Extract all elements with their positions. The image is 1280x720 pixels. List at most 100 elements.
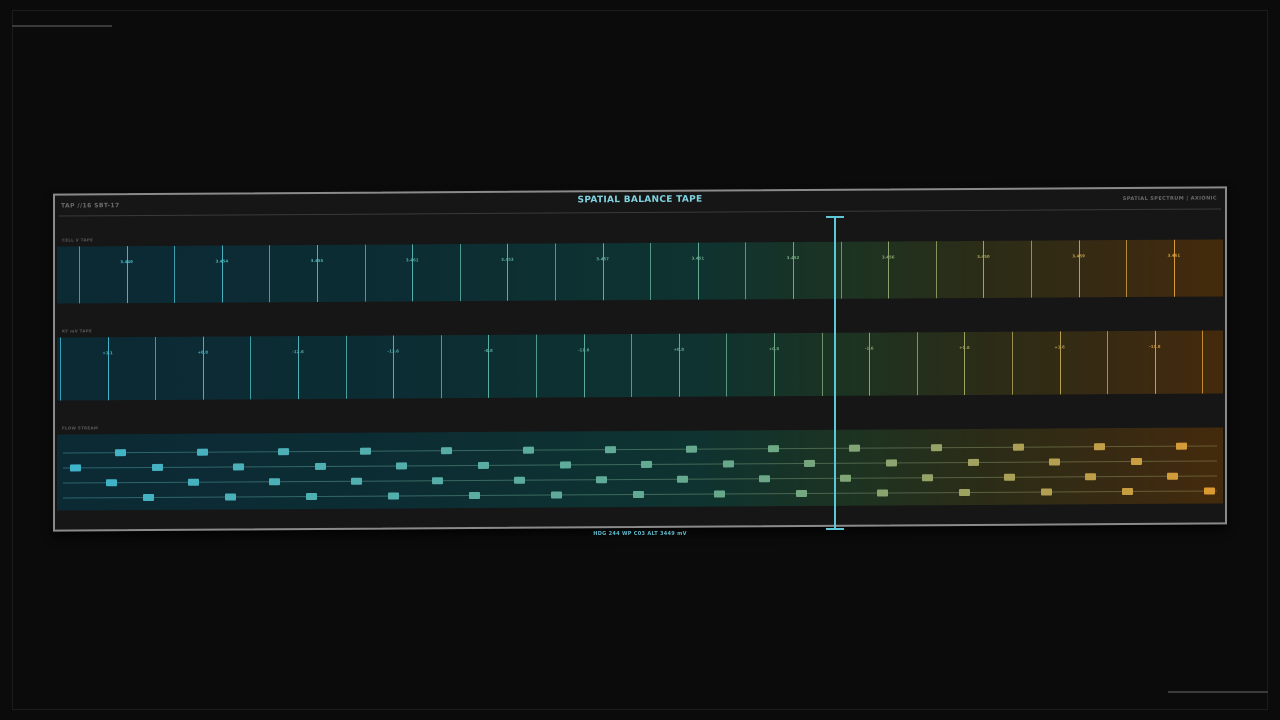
- scrub-cursor-cap-bottom[interactable]: [826, 528, 844, 530]
- flow-chip[interactable]: [632, 490, 644, 499]
- flow-chip[interactable]: [1166, 472, 1178, 480]
- flow-chip[interactable]: [722, 460, 734, 468]
- flow-chip[interactable]: [1040, 488, 1052, 496]
- flow-stream-label: FLOW STREAM: [62, 425, 99, 431]
- flow-chip[interactable]: [714, 490, 726, 498]
- tape-tick: [697, 242, 699, 300]
- flow-chip[interactable]: [233, 463, 245, 471]
- flow-chip[interactable]: [514, 476, 525, 484]
- flow-chip[interactable]: [115, 449, 126, 457]
- flow-chip[interactable]: [795, 489, 807, 498]
- tape-tick: [364, 244, 366, 302]
- flow-chip[interactable]: [595, 476, 607, 484]
- header-divider: [59, 208, 1221, 217]
- flow-chip[interactable]: [604, 446, 616, 454]
- scrub-cursor-cap-top[interactable]: [826, 216, 844, 218]
- tape-value-label: 3.455: [310, 257, 324, 264]
- cell-v-tape[interactable]: 3.449 3.454 3.455 3.461 3.453 3.457 3.451 3.452…: [57, 239, 1223, 304]
- flow-chip[interactable]: [1130, 457, 1142, 466]
- tape-tick: [935, 241, 937, 299]
- scrub-cursor[interactable]: [834, 216, 836, 530]
- flow-chip[interactable]: [1012, 443, 1024, 451]
- tape-tick: [631, 334, 633, 398]
- flow-chip[interactable]: [677, 475, 689, 483]
- flow-chip[interactable]: [767, 445, 779, 453]
- tape-tick: [869, 332, 871, 396]
- flow-chip[interactable]: [396, 462, 408, 470]
- flow-chip[interactable]: [469, 491, 481, 500]
- flow-chip[interactable]: [1122, 487, 1134, 496]
- tape-tick: [602, 243, 604, 301]
- tape-value-label: -13.6: [387, 348, 399, 354]
- flow-chip[interactable]: [1094, 443, 1106, 451]
- flow-stream[interactable]: [57, 427, 1223, 511]
- kf-mv-tape-label: KF mV TAPE: [62, 328, 93, 334]
- tape-tick: [412, 244, 414, 302]
- flow-chip[interactable]: [967, 458, 979, 466]
- flow-chip[interactable]: [551, 491, 562, 499]
- flow-chip[interactable]: [359, 447, 371, 455]
- balance-tape-panel: TAP //16 SBT-17 SPATIAL BALANCE TAPE SPA…: [53, 186, 1227, 532]
- tape-tick: [888, 241, 890, 299]
- flow-chip[interactable]: [306, 492, 318, 501]
- tape-value-label: 3.451: [691, 255, 705, 261]
- flow-chip[interactable]: [686, 445, 698, 453]
- flow-chip[interactable]: [959, 488, 970, 497]
- tape-tick: [1173, 239, 1175, 297]
- flow-chip[interactable]: [1203, 487, 1215, 495]
- flow-chip[interactable]: [886, 459, 897, 467]
- flow-chip[interactable]: [187, 478, 199, 486]
- flow-chip[interactable]: [478, 461, 489, 469]
- flow-lane: [63, 445, 1217, 454]
- tape-tick: [440, 335, 442, 399]
- flow-chip[interactable]: [278, 448, 290, 456]
- tape-tick: [793, 242, 794, 300]
- flow-chip[interactable]: [70, 464, 81, 472]
- flow-chip[interactable]: [350, 477, 362, 485]
- tape-value-label: -12.6: [292, 349, 304, 355]
- tape-value-label: 3.461: [1167, 252, 1181, 258]
- flow-chip[interactable]: [931, 444, 942, 452]
- tape-tick: [393, 335, 395, 399]
- flow-chip[interactable]: [269, 478, 281, 486]
- flow-chip[interactable]: [877, 489, 889, 497]
- flow-chip[interactable]: [1175, 442, 1187, 450]
- flow-chip[interactable]: [151, 463, 163, 471]
- tape-value-label: 3.457: [596, 256, 609, 262]
- flow-chip[interactable]: [432, 477, 444, 485]
- flow-chip[interactable]: [641, 460, 653, 468]
- tape-value-label: 3.452: [786, 255, 800, 261]
- tape-value-label: 3.459: [1072, 253, 1085, 259]
- flow-chip[interactable]: [387, 492, 399, 500]
- tape-tick: [1059, 331, 1061, 395]
- flow-chip[interactable]: [441, 447, 453, 455]
- tape-value-label: 3.449: [120, 259, 133, 265]
- flow-chip[interactable]: [559, 461, 571, 469]
- tape-tick: [202, 336, 204, 400]
- flow-chip[interactable]: [196, 448, 208, 456]
- kf-mv-tape[interactable]: +1.1 +0.8 -12.6 -13.6 -0.8 -11.6 +0.8 +0.8 -1.6 +…: [57, 330, 1223, 401]
- flow-chip[interactable]: [922, 474, 933, 482]
- tape-tick: [916, 332, 918, 396]
- flow-chip[interactable]: [1085, 473, 1097, 481]
- tape-tick: [126, 246, 128, 304]
- flow-chip[interactable]: [523, 446, 534, 454]
- flow-chip[interactable]: [758, 475, 770, 483]
- flow-chip[interactable]: [143, 493, 154, 502]
- tape-tick: [107, 337, 109, 401]
- corner-accent-top-left: [12, 25, 112, 27]
- flow-chip[interactable]: [804, 459, 816, 467]
- tape-tick: [317, 244, 318, 302]
- flow-chip[interactable]: [849, 444, 861, 452]
- tape-value-label: 3.461: [405, 257, 419, 263]
- flow-chip[interactable]: [1003, 473, 1015, 481]
- flow-chip[interactable]: [106, 479, 117, 487]
- tape-tick: [459, 244, 461, 302]
- flow-chip[interactable]: [314, 462, 326, 470]
- flow-chip[interactable]: [224, 493, 236, 501]
- tape-value-label: -11.6: [577, 347, 590, 353]
- tape-tick: [1126, 240, 1128, 298]
- tape-tick: [1078, 240, 1080, 298]
- flow-chip[interactable]: [1049, 458, 1061, 466]
- flow-chip[interactable]: [840, 474, 852, 482]
